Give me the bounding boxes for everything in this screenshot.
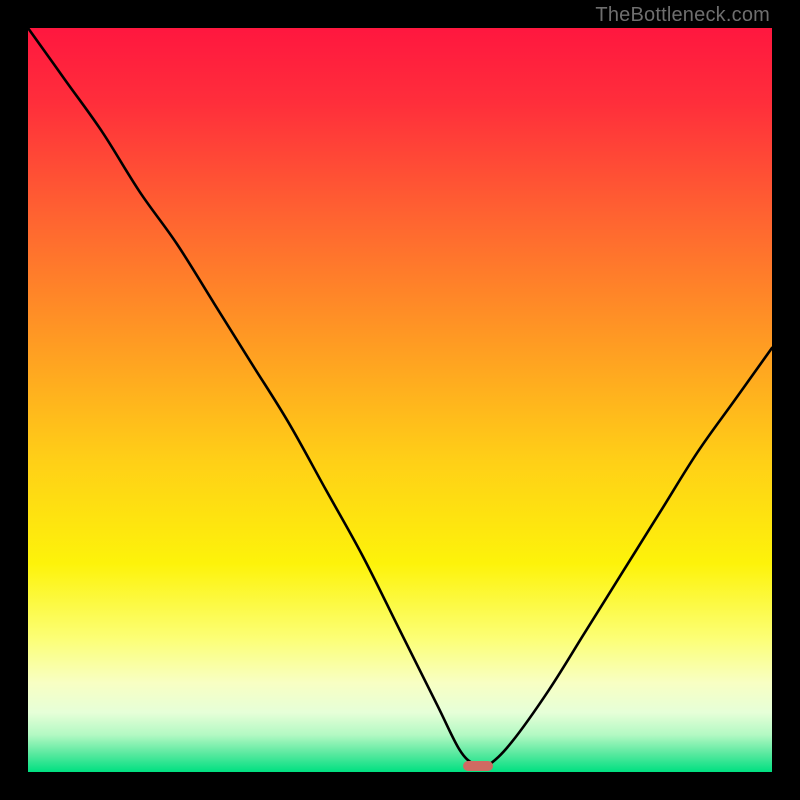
chart-frame: TheBottleneck.com (0, 0, 800, 800)
watermark-text: TheBottleneck.com (595, 4, 770, 27)
heat-gradient-background (28, 28, 772, 772)
plot-area (28, 28, 772, 772)
optimum-marker (463, 761, 493, 771)
